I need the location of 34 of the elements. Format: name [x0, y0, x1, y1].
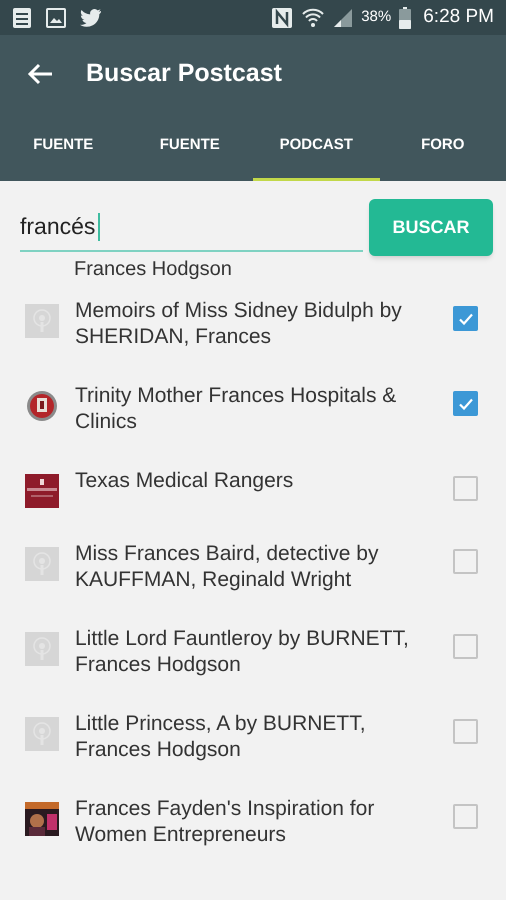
- wifi-icon: [301, 6, 326, 28]
- result-title: Memoirs of Miss Sidney Bidulph by SHERIDAN, Frances: [75, 298, 403, 350]
- image-icon: [46, 8, 66, 28]
- podcast-icon: [25, 717, 59, 751]
- checkbox[interactable]: [453, 549, 478, 574]
- checkbox[interactable]: [453, 634, 478, 659]
- result-title: Frances Fayden's Inspiration for Women Entrepreneurs: [75, 796, 376, 848]
- signal-icon: [333, 8, 354, 28]
- battery-percent: 38%: [361, 7, 392, 28]
- result-title: Frances Hodgson: [74, 257, 232, 282]
- screen-title: Buscar Postcast: [86, 58, 282, 90]
- result-title: Miss Frances Baird, detective by KAUFFMAN, Reginald Wright: [75, 541, 380, 593]
- bird-icon: [80, 8, 102, 26]
- result-title: Texas Medical Rangers: [75, 468, 294, 494]
- clock: 6:28 PM: [423, 5, 494, 30]
- tab[interactable]: FORO: [380, 113, 506, 181]
- tab[interactable]: FUENTE: [0, 113, 126, 181]
- tab[interactable]: PODCAST: [253, 113, 380, 181]
- battery-icon: [399, 6, 412, 28]
- notes-icon: [12, 6, 32, 28]
- checkbox[interactable]: [453, 804, 478, 829]
- podcast-icon: [25, 304, 59, 338]
- checkbox[interactable]: [453, 476, 478, 501]
- podcast-icon: [25, 632, 59, 666]
- search-field[interactable]: francés: [20, 204, 363, 252]
- tab[interactable]: FUENTE: [126, 113, 253, 181]
- checkbox[interactable]: [453, 306, 478, 331]
- result-title: Little Princess, A by BURNETT, Frances Hodgson: [75, 711, 367, 763]
- result-title: Trinity Mother Frances Hospitals & Clinics: [75, 383, 398, 435]
- checkbox[interactable]: [453, 391, 478, 416]
- checkbox[interactable]: [453, 719, 478, 744]
- nfc-icon: [271, 6, 294, 28]
- podcast-icon: [25, 547, 59, 581]
- result-title: Little Lord Fauntleroy by BURNETT, Frances Hodgson: [75, 626, 410, 678]
